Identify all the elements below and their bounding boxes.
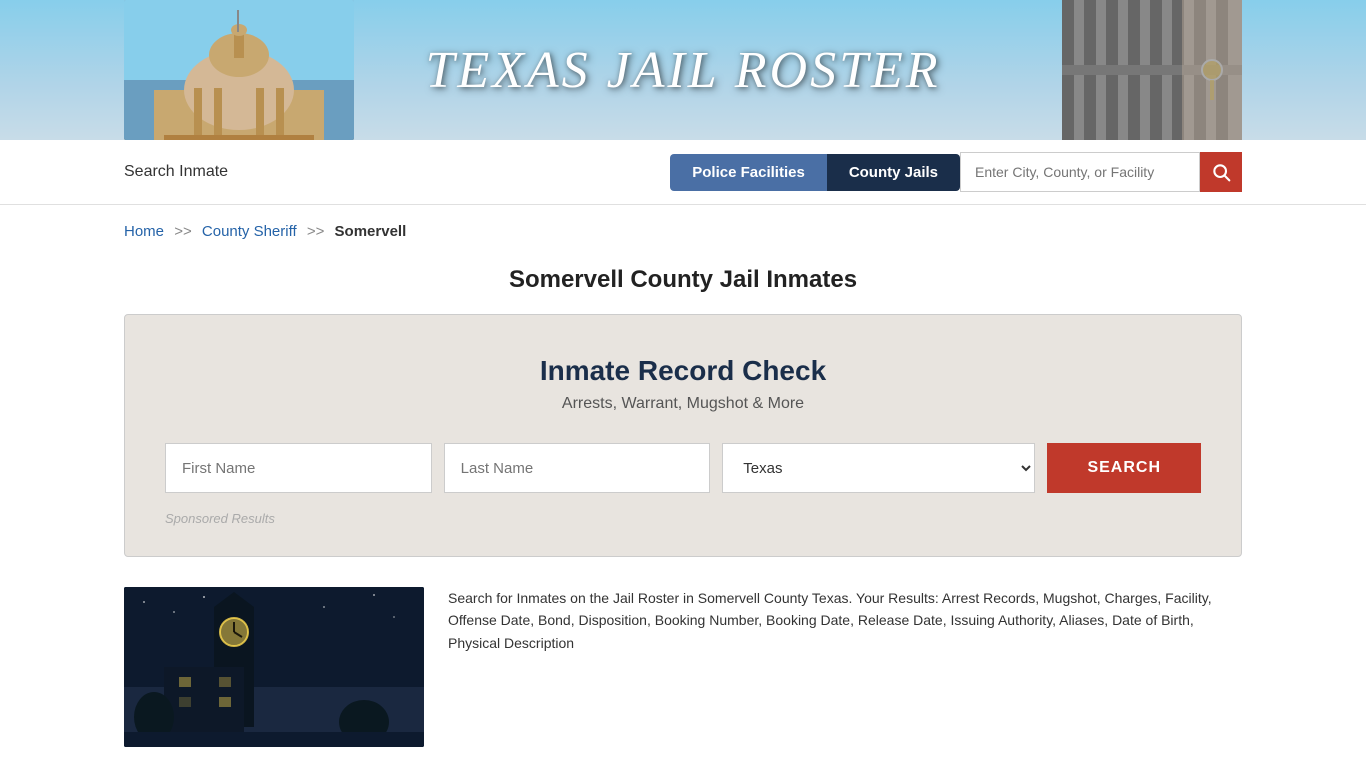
page-title-section: Somervell County Jail Inmates xyxy=(0,248,1366,304)
inmate-search-button[interactable]: SEARCH xyxy=(1047,443,1201,493)
breadcrumb: Home >> County Sheriff >> Somervell xyxy=(0,205,1366,248)
breadcrumb-home[interactable]: Home xyxy=(124,223,164,240)
search-inmate-label: Search Inmate xyxy=(124,163,228,181)
nav-bar: Search Inmate Police Facilities County J… xyxy=(0,140,1366,205)
county-jails-button[interactable]: County Jails xyxy=(827,154,960,191)
page-title: Somervell County Jail Inmates xyxy=(0,266,1366,294)
title-text: Texas Jail Roster xyxy=(425,42,940,99)
bottom-section: Search for Inmates on the Jail Roster in… xyxy=(0,577,1366,757)
breadcrumb-current: Somervell xyxy=(335,223,407,240)
breadcrumb-sep1: >> xyxy=(174,223,192,240)
search-icon xyxy=(1211,162,1231,182)
record-check-box: Inmate Record Check Arrests, Warrant, Mu… xyxy=(124,314,1242,557)
nav-right-section: Police Facilities County Jails xyxy=(670,152,1242,192)
bottom-description: Search for Inmates on the Jail Roster in… xyxy=(448,587,1242,747)
building-night-svg xyxy=(124,587,424,747)
police-facilities-button[interactable]: Police Facilities xyxy=(670,154,827,191)
bottom-image xyxy=(124,587,424,747)
site-title: Texas Jail Roster xyxy=(425,41,940,100)
state-select[interactable]: AlabamaAlaskaArizonaArkansasCaliforniaCo… xyxy=(722,443,1035,493)
capitol-svg xyxy=(124,0,354,140)
facility-search-input[interactable] xyxy=(960,152,1200,192)
breadcrumb-sep2: >> xyxy=(307,223,325,240)
search-form: AlabamaAlaskaArizonaArkansasCaliforniaCo… xyxy=(165,443,1201,493)
record-check-subtitle: Arrests, Warrant, Mugshot & More xyxy=(165,395,1201,413)
first-name-input[interactable] xyxy=(165,443,432,493)
facility-search-button[interactable] xyxy=(1200,152,1242,192)
capitol-image xyxy=(124,0,354,140)
jail-bars-svg xyxy=(1062,0,1242,140)
record-check-title: Inmate Record Check xyxy=(165,355,1201,387)
jail-bars-section xyxy=(1062,0,1242,140)
last-name-input[interactable] xyxy=(444,443,711,493)
sponsored-results-label: Sponsored Results xyxy=(165,511,1201,526)
breadcrumb-county-sheriff[interactable]: County Sheriff xyxy=(202,223,297,240)
header-banner: Texas Jail Roster xyxy=(0,0,1366,140)
